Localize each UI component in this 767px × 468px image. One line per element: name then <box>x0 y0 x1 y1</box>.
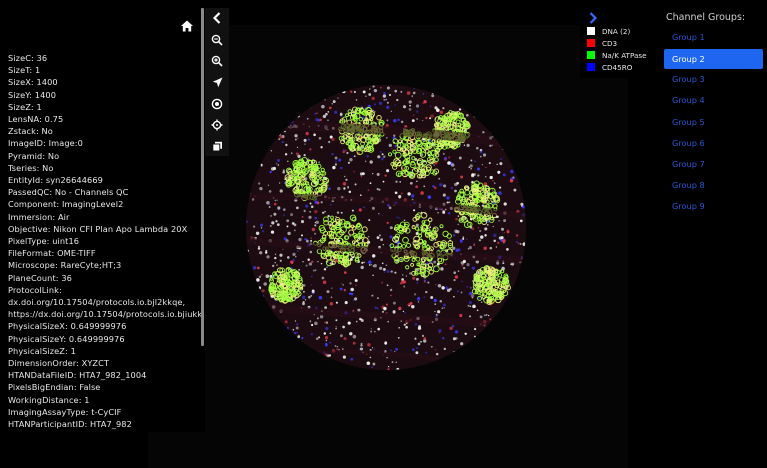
channel-groups-panel: Channel Groups: Group 1 Group 2 Group 3 … <box>660 8 767 248</box>
metadata-row: PhysicalSizeX: 0.649999976 <box>8 321 127 332</box>
metadata-row: SizeZ: 1 <box>8 101 42 112</box>
group-4-item[interactable]: Group 4 <box>664 90 763 110</box>
legend-item-na-k-atpase: Na/K ATPase <box>587 51 647 61</box>
home-icon[interactable] <box>180 19 194 33</box>
tissue-core-image[interactable] <box>246 85 526 370</box>
metadata-row: ImageID: Image:0 <box>8 138 83 149</box>
group-9-item[interactable]: Group 9 <box>664 196 763 216</box>
legend-label: DNA (2) <box>602 27 631 36</box>
legend-item-cd45ro: CD45RO <box>587 63 632 73</box>
metadata-row: DimensionOrder: XYZCT <box>8 358 110 369</box>
group-2-item[interactable]: Group 2 <box>664 49 763 69</box>
metadata-row: FileFormat: OME-TIFF <box>8 248 96 259</box>
metadata-row: SizeC: 36 <box>8 53 48 63</box>
metadata-row: PhysicalSizeY: 0.649999976 <box>8 333 125 344</box>
metadata-row: HTANParticipantID: HTA7_982 <box>8 419 132 430</box>
legend-item-cd3: CD3 <box>587 39 617 49</box>
metadata-row: dx.doi.org/10.17504/protocols.io.bjl2kkq… <box>8 297 186 308</box>
zoom-out-icon <box>211 34 223 46</box>
viewer-toolbar <box>205 8 229 156</box>
metadata-row: Objective: Nikon CFI Plan Apo Lambda 20X <box>8 223 188 234</box>
crosshair-icon <box>211 119 223 131</box>
swatch-blue <box>587 63 595 71</box>
metadata-row: PlaneCount: 36 <box>8 272 72 283</box>
metadata-row: HTANDataFileID: HTA7_982_1004 <box>8 370 147 381</box>
metadata-panel: SizeC: 36 SizeT: 1 SizeX: 1400 SizeY: 1400 S… <box>0 0 205 432</box>
metadata-list: SizeC: 36 SizeT: 1 SizeX: 1400 SizeY: 1400 S… <box>8 52 203 432</box>
metadata-row: https://dx.doi.org/10.17504/protocols.io… <box>8 309 203 320</box>
swatch-green <box>587 51 595 59</box>
legend-label: Na/K ATPase <box>602 51 647 60</box>
target-button[interactable] <box>205 94 229 114</box>
collapse-left-button[interactable] <box>205 8 229 28</box>
zoom-out-button[interactable] <box>205 30 229 50</box>
group-1-item[interactable]: Group 1 <box>664 27 763 47</box>
pointer-button[interactable] <box>205 72 229 92</box>
swatch-red <box>587 39 595 47</box>
metadata-row: PassedQC: No - Channels QC <box>8 187 129 198</box>
metadata-row: SizeX: 1400 <box>8 77 58 88</box>
metadata-row: Microscope: RareCyte;HT;3 <box>8 260 122 271</box>
metadata-row: PixelsBigEndian: False <box>8 382 101 393</box>
copy-icon <box>211 141 222 151</box>
arrow-pointer-icon <box>212 77 222 87</box>
metadata-row: PixelType: uint16 <box>8 236 80 247</box>
metadata-row: WorkingDistance: 1 <box>8 394 90 405</box>
metadata-row: SizeY: 1400 <box>8 89 57 100</box>
swatch-white <box>587 27 595 35</box>
metadata-row: Zstack: No <box>8 126 53 137</box>
zoom-in-button[interactable] <box>205 51 229 71</box>
metadata-row: Tseries: No <box>8 162 54 173</box>
channel-legend: DNA (2) CD3 Na/K ATPase CD45RO <box>580 8 656 78</box>
metadata-row: ProtocolLink: <box>8 284 62 295</box>
metadata-row: SizeT: 1 <box>8 65 41 76</box>
metadata-row: EntityId: syn26644669 <box>8 175 103 186</box>
channel-groups-title: Channel Groups: <box>666 12 746 23</box>
group-5-item[interactable]: Group 5 <box>664 112 763 132</box>
legend-label: CD3 <box>602 39 618 48</box>
group-3-item[interactable]: Group 3 <box>664 69 763 89</box>
metadata-row: PhysicalSizeZ: 1 <box>8 345 76 356</box>
legend-item-dna: DNA (2) <box>587 27 630 37</box>
target-icon <box>211 98 223 110</box>
group-7-item[interactable]: Group 7 <box>664 154 763 174</box>
metadata-row: Pyramid: No <box>8 150 60 161</box>
metadata-scrollbar[interactable] <box>201 8 204 346</box>
tissue-render <box>246 85 526 370</box>
zoom-in-icon <box>211 55 223 67</box>
chevron-right-icon[interactable] <box>587 11 599 25</box>
group-8-item[interactable]: Group 8 <box>664 175 763 195</box>
metadata-row: Immersion: Air <box>8 211 70 222</box>
metadata-row: PhysicalSizeXUnit: µm <box>8 430 203 432</box>
crosshair-button[interactable] <box>205 115 229 135</box>
metadata-row: LensNA: 0.75 <box>8 114 64 125</box>
metadata-row: ImagingAssayType: t-CyCIF <box>8 406 122 417</box>
metadata-row: Component: ImagingLevel2 <box>8 199 124 210</box>
group-6-item[interactable]: Group 6 <box>664 133 763 153</box>
collapse-left-icon <box>212 12 221 24</box>
legend-label: CD45RO <box>602 63 633 72</box>
copy-button[interactable] <box>205 136 229 156</box>
